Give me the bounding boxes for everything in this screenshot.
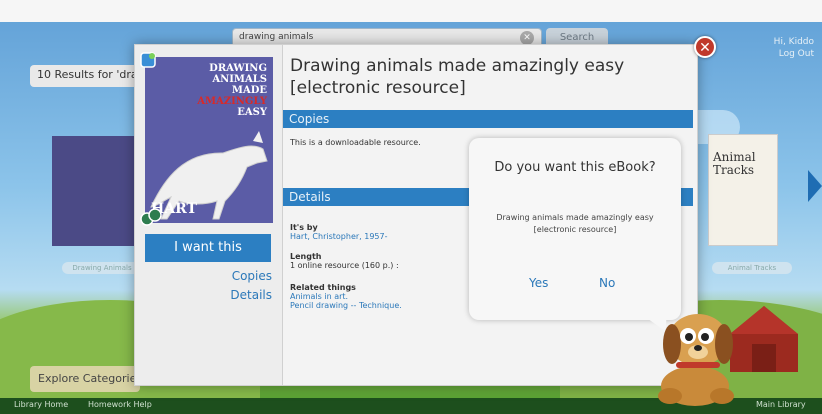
- cover-title: DRAWING ANIMALS MADE AMAZINGLY EASY: [197, 63, 267, 118]
- copies-text: This is a downloadable resource.: [290, 138, 421, 147]
- related-field: Related things Animals in art. Pencil dr…: [290, 283, 402, 310]
- length-field: Length 1 online resource (160 p.) :: [290, 252, 399, 270]
- yes-button[interactable]: Yes: [529, 276, 548, 290]
- dialog-question: Do you want this eBook?: [494, 160, 656, 175]
- author-link[interactable]: Hart, Christopher, 1957-: [290, 232, 388, 241]
- ebook-badge-icon: [140, 52, 156, 68]
- no-button[interactable]: No: [599, 276, 615, 290]
- modal-left-column: DRAWING ANIMALS MADE AMAZINGLY EASY HART…: [135, 45, 283, 385]
- next-arrow-icon[interactable]: [808, 170, 822, 202]
- details-link[interactable]: Details: [230, 288, 272, 302]
- i-want-this-button[interactable]: I want this: [145, 234, 271, 262]
- library-home-link[interactable]: Library Home: [14, 400, 68, 409]
- background-pill: Drawing Animals: [62, 262, 142, 274]
- related-link-1[interactable]: Animals in art.: [290, 292, 402, 301]
- length-value: 1 online resource (160 p.) :: [290, 261, 399, 270]
- close-modal-button[interactable]: ✕: [694, 36, 716, 58]
- author-label: It's by: [290, 223, 318, 232]
- clear-search-icon[interactable]: ✕: [520, 31, 534, 45]
- account-area: Hi, Kiddo Log Out: [752, 36, 814, 60]
- copies-section-header: Copies: [283, 110, 693, 128]
- length-label: Length: [290, 252, 322, 261]
- binoculars-icon: [140, 208, 162, 226]
- copies-link[interactable]: Copies: [232, 269, 272, 283]
- dog-mascot-icon: [658, 314, 734, 406]
- greeting: Hi, Kiddo: [773, 37, 814, 47]
- explore-categories-button[interactable]: Explore Categories: [30, 366, 140, 392]
- book-cover: DRAWING ANIMALS MADE AMAZINGLY EASY HART: [145, 57, 273, 223]
- results-count: 10 Results for 'drawing animals': [30, 65, 140, 87]
- related-link-2[interactable]: Pencil drawing -- Technique.: [290, 301, 402, 310]
- top-bar: [0, 0, 822, 22]
- homework-help-link[interactable]: Homework Help: [88, 400, 152, 409]
- dialog-message: Drawing animals made amazingly easy [ele…: [496, 213, 654, 234]
- related-label: Related things: [290, 283, 356, 292]
- book-title: Drawing animals made amazingly easy [ele…: [290, 56, 625, 98]
- logout-link[interactable]: Log Out: [752, 48, 814, 60]
- background-book-cover-animal-tracks[interactable]: Animal Tracks: [708, 134, 778, 246]
- author-field: It's by Hart, Christopher, 1957-: [290, 223, 388, 241]
- main-library-link[interactable]: Main Library: [756, 400, 806, 409]
- confirm-ebook-dialog: Do you want this eBook? Drawing animals …: [469, 138, 681, 320]
- background-pill: Animal Tracks: [712, 262, 792, 274]
